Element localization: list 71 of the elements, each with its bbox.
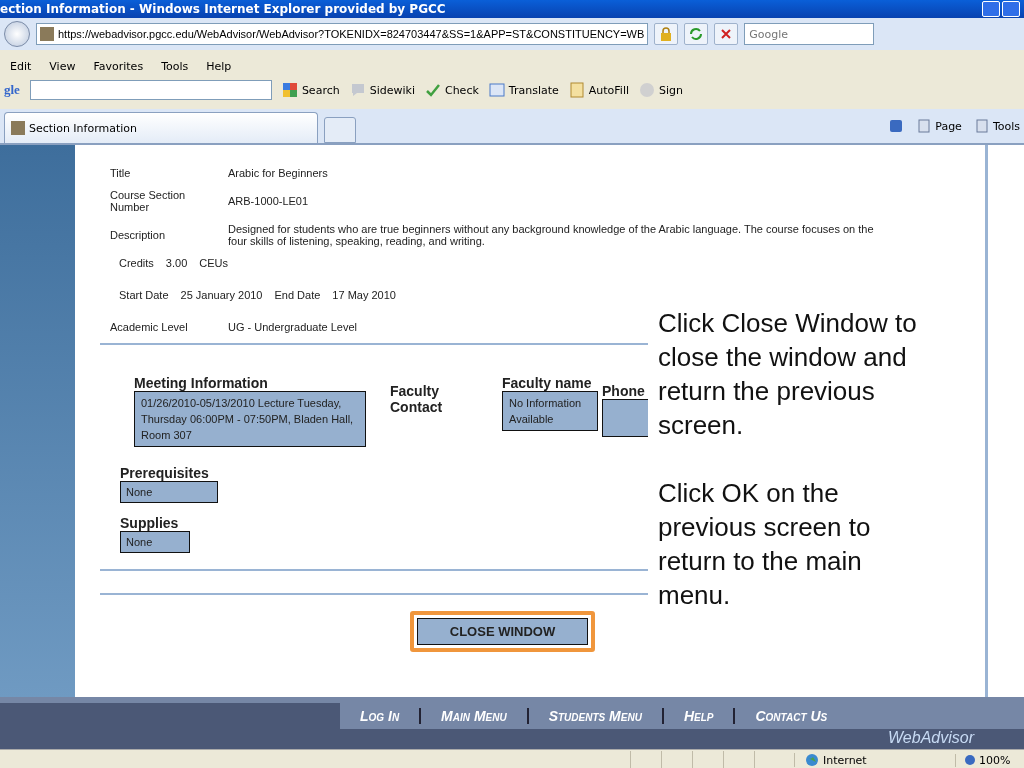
- stop-button[interactable]: [714, 23, 739, 45]
- browser-tab[interactable]: Section Information: [4, 112, 318, 143]
- meeting-info-value: 01/26/2010-05/13/2010 Lecture Tuesday, Thursday 06:00PM - 07:50PM, Bladen Hall, Room 307: [134, 391, 366, 447]
- refresh-icon: [689, 27, 704, 41]
- command-button[interactable]: Tools: [992, 119, 1020, 133]
- back-button[interactable]: [4, 21, 30, 47]
- field-value: ARB-1000-LE01: [228, 195, 309, 207]
- minimize-button[interactable]: [982, 1, 1000, 17]
- new-tab-button[interactable]: [324, 117, 356, 143]
- menu-item[interactable]: Tools: [161, 59, 189, 73]
- toolbar-logo: gle: [4, 82, 20, 98]
- lock-button[interactable]: [654, 23, 679, 45]
- field-label: Credits: [119, 257, 154, 269]
- menu-item[interactable]: Edit: [10, 59, 32, 73]
- field-label: Description: [110, 229, 166, 241]
- column-heading: Faculty name: [502, 375, 592, 391]
- document-icon[interactable]: [916, 118, 933, 134]
- document-icon[interactable]: [973, 118, 990, 134]
- instruction-text: Click Close Window to close the window and return the previous screen.: [658, 307, 918, 442]
- toolbar-button[interactable]: Sign: [659, 83, 683, 97]
- menu-item[interactable]: Favorites: [93, 59, 144, 73]
- supplies-value: None: [120, 531, 190, 553]
- field-value: UG - Undergraduate Level: [228, 321, 357, 333]
- field-label: CEUs: [199, 257, 228, 269]
- search-field[interactable]: Google: [744, 23, 875, 45]
- close-window-button[interactable]: CLOSE WINDOW: [416, 618, 589, 645]
- toolbar-button[interactable]: Search: [301, 83, 340, 97]
- nav-link[interactable]: Students Menu: [528, 708, 664, 724]
- toolbar-search-field[interactable]: [29, 80, 272, 100]
- zoom-level[interactable]: 100%: [955, 753, 1024, 767]
- field-value: Designed for students who are true beginners without any background knowledge of the Arabic language. The course focuses on the four skills of listening, speaking, reading, and writing.: [228, 223, 875, 247]
- nav-link[interactable]: Contact Us: [735, 708, 848, 724]
- nav-link[interactable]: Log In: [340, 708, 422, 724]
- section-heading: Prerequisites: [120, 465, 209, 481]
- field-label: End Date: [274, 289, 321, 301]
- refresh-button[interactable]: [684, 23, 709, 45]
- close-icon: [720, 28, 733, 40]
- section-heading: Supplies: [120, 515, 179, 531]
- toolbar-button[interactable]: Check: [444, 83, 479, 97]
- field-label: Course Section Number: [110, 189, 187, 213]
- security-zone: Internet: [794, 753, 955, 767]
- search-icon[interactable]: [281, 82, 298, 98]
- field-label: Start Date: [119, 289, 169, 301]
- section-heading: Meeting Information: [134, 375, 268, 391]
- window-title: ection Information - Windows Internet Explorer provided by PGCC: [0, 2, 446, 16]
- menu-item[interactable]: View: [49, 59, 76, 73]
- field-value: Arabic for Beginners: [228, 167, 328, 179]
- field-label: Academic Level: [110, 321, 188, 333]
- globe-icon: [805, 753, 819, 767]
- faculty-name-value: No Information Available: [502, 391, 598, 431]
- field-value: 17 May 2010: [332, 289, 396, 301]
- toolbar-button[interactable]: Translate: [508, 83, 559, 97]
- footer-logo: WebAdvisor: [888, 729, 974, 747]
- prerequisites-value: None: [120, 481, 218, 503]
- toolbar-button[interactable]: AutoFill: [588, 83, 629, 97]
- address-field[interactable]: https://webadvisor.pgcc.edu/WebAdvisor/WebAdvisor?TOKENIDX=824703447&SS=1&APP=ST&CONSTITUENCY=WB: [36, 23, 649, 45]
- field-value: 3.00: [165, 257, 188, 269]
- column-heading: Phone: [602, 382, 645, 399]
- menu-item[interactable]: Help: [206, 59, 232, 73]
- instruction-text: Click OK on the previous screen to return to the main menu.: [658, 477, 872, 612]
- column-heading: Faculty Contact: [390, 382, 444, 417]
- speech-bubble-icon[interactable]: [349, 82, 366, 98]
- checkmark-icon[interactable]: [424, 82, 441, 98]
- nav-link[interactable]: Help: [663, 708, 736, 724]
- maximize-button[interactable]: [1002, 1, 1020, 17]
- command-button[interactable]: Page: [935, 119, 962, 133]
- field-value: 25 January 2010: [180, 289, 263, 301]
- nav-link[interactable]: Main Menu: [421, 708, 529, 724]
- toolbar-button[interactable]: Sidewiki: [369, 83, 415, 97]
- lock-icon: [660, 27, 673, 41]
- field-label: Title: [110, 167, 131, 179]
